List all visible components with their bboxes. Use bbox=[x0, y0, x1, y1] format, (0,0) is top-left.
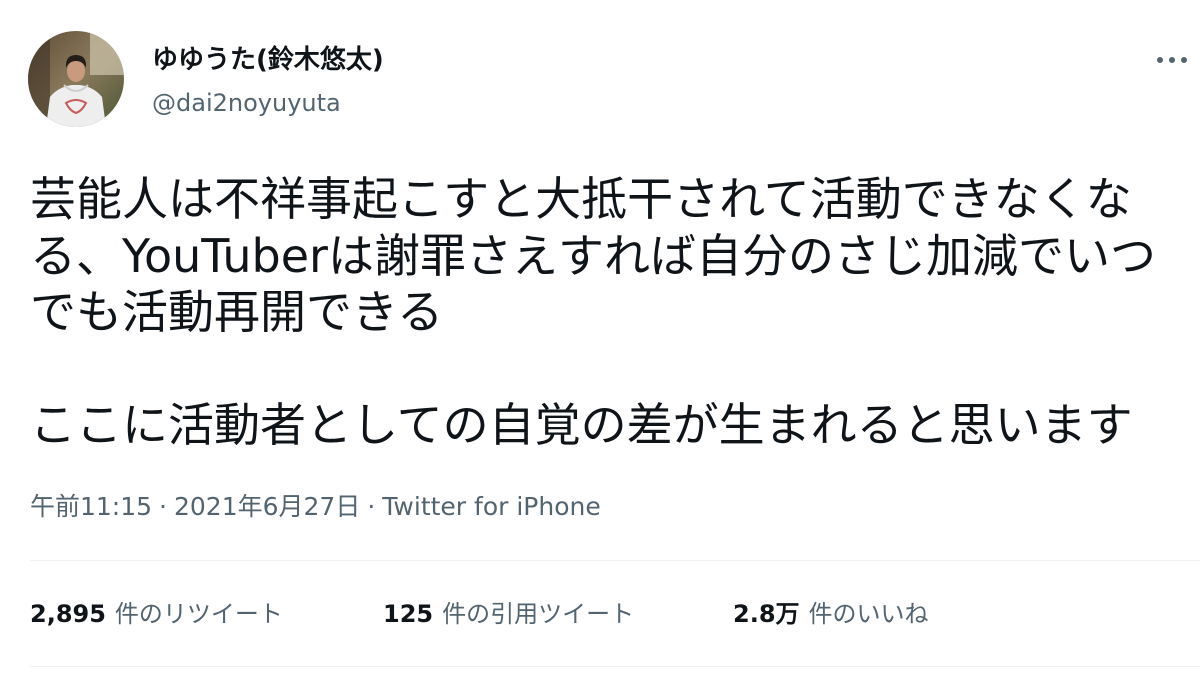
display-name[interactable]: ゆゆうた(鈴木悠太) bbox=[152, 44, 384, 76]
tweet-meta: 午前11:15 · 2021年6月27日 · Twitter for iPhone bbox=[30, 490, 601, 524]
tweet-time[interactable]: 午前11:15 bbox=[30, 492, 152, 521]
like-label: 件のいいね bbox=[808, 600, 929, 628]
tweet-date[interactable]: 2021年6月27日 bbox=[174, 492, 360, 521]
user-handle[interactable]: @dai2noyuyuta bbox=[152, 87, 341, 119]
retweet-count: 2,895 bbox=[30, 600, 106, 628]
meta-separator: · bbox=[159, 492, 167, 521]
likes-stat[interactable]: 2.8万 件のいいね bbox=[733, 597, 929, 631]
meta-separator: · bbox=[367, 492, 376, 521]
tweet-text-line: る、YouTuberは謝罪さえすれば自分のさじ加減でいつ bbox=[30, 228, 1156, 283]
quote-label: 件の引用ツイート bbox=[442, 600, 635, 628]
avatar[interactable] bbox=[28, 31, 124, 127]
like-count: 2.8万 bbox=[733, 600, 800, 628]
tweet-text-line: 芸能人は不祥事起こすと大抵干されて活動できなくな bbox=[30, 172, 1132, 226]
divider bbox=[30, 666, 1200, 667]
tweet-text-line: でも活動再開できる bbox=[30, 285, 444, 339]
quote-tweets-stat[interactable]: 125 件の引用ツイート bbox=[383, 597, 634, 631]
profile-photo bbox=[28, 31, 124, 127]
tweet-source[interactable]: Twitter for iPhone bbox=[382, 492, 600, 521]
more-horizontal-icon bbox=[1157, 57, 1187, 63]
more-options-button[interactable] bbox=[1154, 48, 1190, 72]
paragraph-break bbox=[30, 341, 1190, 398]
tweet-text-line: ここに活動者としての自覚の差が生まれると思います bbox=[30, 398, 1133, 452]
retweets-stat[interactable]: 2,895 件のリツイート bbox=[30, 597, 283, 631]
quote-count: 125 bbox=[383, 600, 434, 628]
divider bbox=[30, 560, 1200, 561]
retweet-label: 件のリツイート bbox=[114, 600, 283, 628]
tweet-text: 芸能人は不祥事起こすと大抵干されて活動できなくな る、YouTuberは謝罪さえ… bbox=[30, 171, 1190, 454]
